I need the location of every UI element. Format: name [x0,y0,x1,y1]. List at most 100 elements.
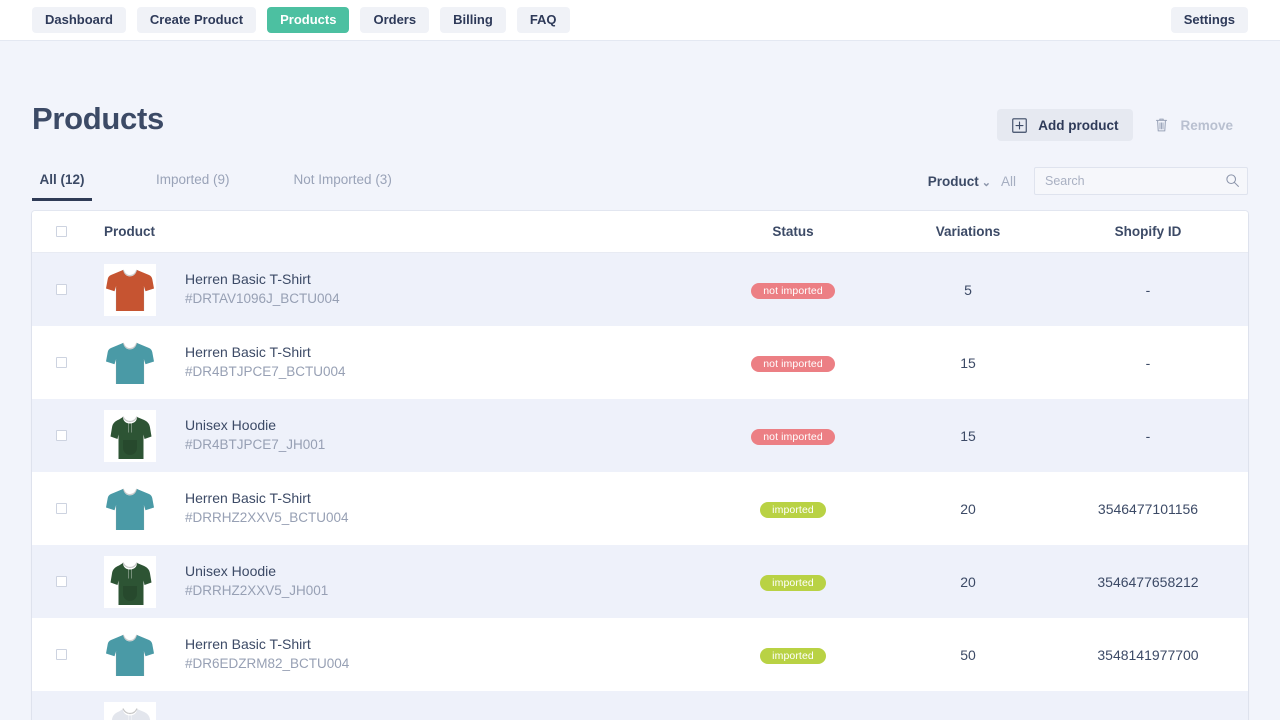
table-row[interactable]: Unisex Hoodie#DR4BTJPCE7_JH001 not import… [32,399,1248,472]
product-thumbnail-hoodie [104,556,156,608]
filter-controls: Product⌄ All [928,167,1248,201]
settings-nav-group: Settings [1171,7,1248,33]
product-name: Herren Basic T-Shirt [185,269,340,289]
nav-button-group: Dashboard Create Product Products Orders Bil… [32,7,570,33]
shopify-id-cell: 3548141977700 [1048,647,1248,663]
select-all-checkbox[interactable] [56,226,67,237]
status-cell: not imported [698,354,888,372]
product-sku: #DR4BTJPCE7_BCTU004 [185,362,346,383]
product-thumbnail-hoodie [104,702,156,720]
status-cell: imported [698,573,888,591]
chevron-down-icon: ⌄ [982,177,991,189]
row-checkbox[interactable] [56,503,67,514]
status-cell: imported [698,646,888,664]
column-header-variations: Variations [888,224,1048,239]
shopify-id-cell: - [1048,428,1248,444]
nav-button-orders[interactable]: Orders [360,7,429,33]
row-checkbox[interactable] [56,430,67,441]
product-thumbnail-tshirt [104,483,156,535]
tab-imported-9[interactable]: Imported (9) [156,172,230,201]
status-cell: not imported [698,281,888,299]
row-checkbox[interactable] [56,576,67,587]
product-cell: Herren Basic T-Shirt#DRTAV1096J_BCTU004 [90,264,698,316]
status-badge: not imported [751,429,835,445]
row-checkbox[interactable] [56,284,67,295]
product-name: Herren Basic T-Shirt [185,342,346,362]
nav-button-faq[interactable]: FAQ [517,7,570,33]
remove-button[interactable]: Remove [1139,109,1248,141]
table-header-row: Product Status Variations Shopify ID [32,211,1248,253]
product-sku: #DRRHZ2XXV5_JH001 [185,581,328,602]
filter-value-label[interactable]: All [1001,174,1016,189]
shopify-id-cell: 3546477658212 [1048,574,1248,590]
product-cell: Unisex Hoodie [90,702,698,720]
product-name: Herren Basic T-Shirt [185,488,349,508]
product-name: Herren Basic T-Shirt [185,634,349,654]
products-table: Product Status Variations Shopify ID Her… [32,211,1248,720]
product-cell: Unisex Hoodie#DR4BTJPCE7_JH001 [90,410,698,462]
filter-field-label: Product [928,174,979,189]
shopify-id-cell: - [1048,282,1248,298]
product-sku: #DR4BTJPCE7_JH001 [185,435,325,456]
product-thumbnail-tshirt [104,337,156,389]
row-checkbox[interactable] [56,357,67,368]
status-badge: imported [760,648,826,664]
search-box [1034,167,1248,195]
product-text: Unisex Hoodie#DR4BTJPCE7_JH001 [185,415,325,456]
column-header-product: Product [90,224,698,239]
settings-button[interactable]: Settings [1171,7,1248,33]
product-text: Herren Basic T-Shirt#DR4BTJPCE7_BCTU004 [185,342,346,383]
variations-cell: 20 [888,574,1048,590]
variations-cell: 20 [888,501,1048,517]
variations-cell: 15 [888,428,1048,444]
row-select-cell [32,503,90,514]
page-content: Products Add product Rem [0,41,1280,720]
nav-button-products[interactable]: Products [267,7,349,33]
table-row[interactable]: Herren Basic T-Shirt#DR6EDZRM82_BCTU004 i… [32,618,1248,691]
table-row[interactable]: Herren Basic T-Shirt#DR4BTJPCE7_BCTU004 n… [32,326,1248,399]
top-navigation-bar: Dashboard Create Product Products Orders Bil… [0,0,1280,41]
product-cell: Herren Basic T-Shirt#DR4BTJPCE7_BCTU004 [90,337,698,389]
select-all-cell [32,226,90,237]
column-header-status: Status [698,224,888,239]
filter-field-dropdown[interactable]: Product⌄ [928,174,991,189]
row-select-cell [32,430,90,441]
variations-cell: 15 [888,355,1048,371]
product-text: Herren Basic T-Shirt#DRRHZ2XXV5_BCTU004 [185,488,349,529]
row-checkbox[interactable] [56,649,67,660]
plus-square-icon [1012,118,1027,133]
status-cell: not imported [698,427,888,445]
header-actions: Add product Remove [997,103,1248,141]
status-badge: imported [760,575,826,591]
search-input[interactable] [1034,167,1248,195]
tab-all-12[interactable]: All (12) [32,172,92,201]
table-body: Herren Basic T-Shirt#DRTAV1096J_BCTU004n… [32,253,1248,720]
table-row[interactable]: Herren Basic T-Shirt#DRRHZ2XXV5_BCTU004 i… [32,472,1248,545]
nav-button-billing[interactable]: Billing [440,7,506,33]
page-title: Products [32,103,164,134]
row-select-cell [32,649,90,660]
tab-list: All (12) Imported (9) Not Imported (3) [32,172,456,201]
add-product-button[interactable]: Add product [997,109,1133,141]
status-cell: imported [698,500,888,518]
tab-not-imported-3[interactable]: Not Imported (3) [294,172,392,201]
product-cell: Herren Basic T-Shirt#DRRHZ2XXV5_BCTU004 [90,483,698,535]
product-name: Unisex Hoodie [185,415,325,435]
row-select-cell [32,284,90,295]
table-row[interactable]: Unisex Hoodie [32,691,1248,720]
nav-button-dashboard[interactable]: Dashboard [32,7,126,33]
row-select-cell [32,357,90,368]
row-select-cell [32,576,90,587]
table-row[interactable]: Herren Basic T-Shirt#DRTAV1096J_BCTU004 n… [32,253,1248,326]
shopify-id-cell: - [1048,355,1248,371]
column-header-shopify-id: Shopify ID [1048,224,1248,239]
product-text: Unisex Hoodie#DRRHZ2XXV5_JH001 [185,561,328,602]
table-row[interactable]: Unisex Hoodie#DRRHZ2XXV5_JH001 imported 20… [32,545,1248,618]
remove-label: Remove [1180,118,1233,133]
product-text: Herren Basic T-Shirt#DR6EDZRM82_BCTU004 [185,634,349,675]
status-badge: not imported [751,356,835,372]
nav-button-create-product[interactable]: Create Product [137,7,256,33]
variations-cell: 50 [888,647,1048,663]
product-text: Herren Basic T-Shirt#DRTAV1096J_BCTU004 [185,269,340,310]
product-sku: #DR6EDZRM82_BCTU004 [185,654,349,675]
